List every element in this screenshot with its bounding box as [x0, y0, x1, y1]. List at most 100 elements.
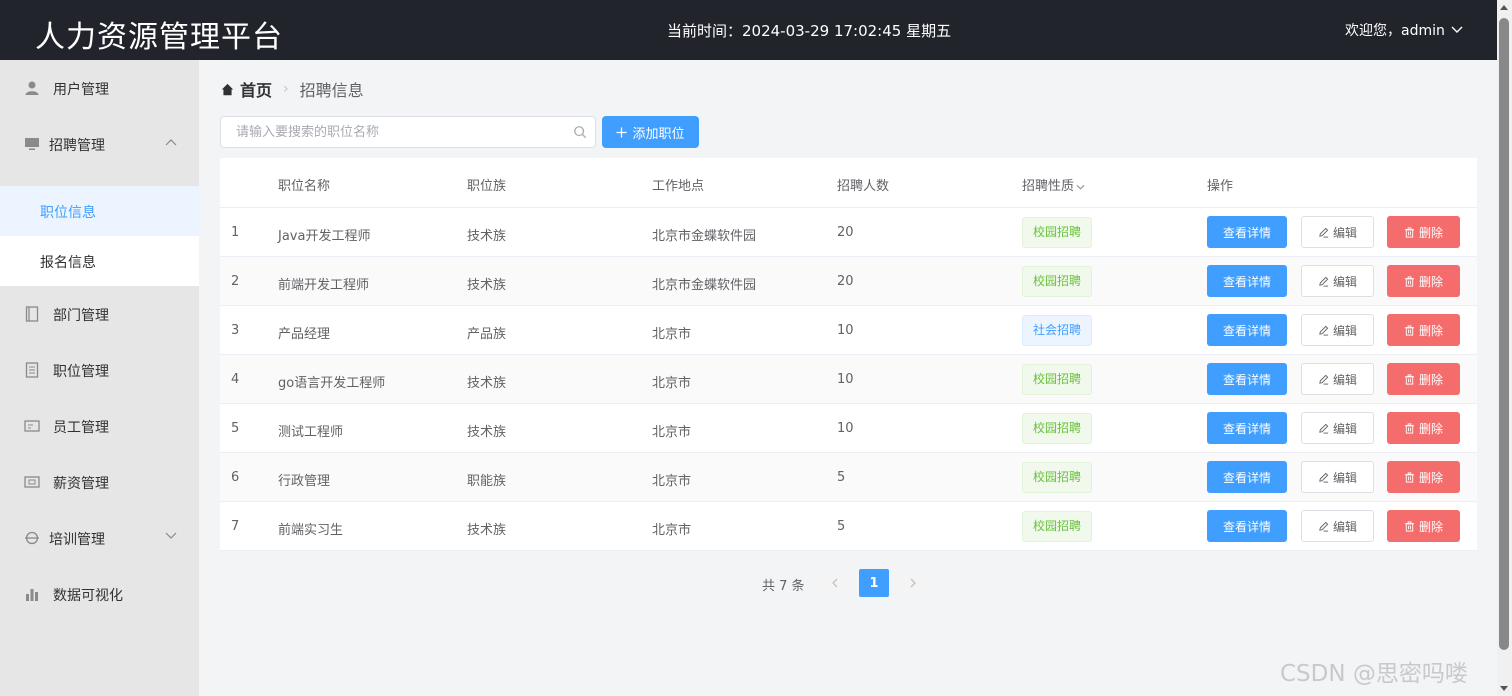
delete-button[interactable]: 删除 [1387, 265, 1460, 297]
edit-button[interactable]: 编辑 [1301, 265, 1374, 297]
recruitment-type-tag: 校园招聘 [1022, 364, 1093, 395]
recruitment-type-tag: 校园招聘 [1022, 462, 1093, 493]
table-row: 1 Java开发工程师 技术族 北京市金蝶软件园 20 校园招聘 查看详情 编辑 删除 [220, 208, 1477, 257]
delete-button[interactable]: 删除 [1387, 216, 1460, 248]
view-details-button[interactable]: 查看详情 [1207, 461, 1287, 493]
edit-button[interactable]: 编辑 [1301, 216, 1374, 248]
search-icon[interactable] [573, 125, 587, 139]
delete-label: 删除 [1418, 323, 1443, 338]
sidebar-item-employees[interactable]: 员工管理 [0, 398, 199, 454]
position-family: 技术族 [467, 376, 507, 391]
document-icon [25, 362, 39, 378]
column-header-type-filter[interactable]: 招聘性质 [1022, 175, 1085, 194]
chevron-left-icon [832, 578, 838, 588]
table-header: 职位名称 职位族 工作地点 招聘人数 招聘性质 操作 [220, 158, 1477, 208]
view-details-label: 查看详情 [1222, 421, 1271, 436]
view-details-button[interactable]: 查看详情 [1207, 412, 1287, 444]
column-header-type: 招聘性质 [1022, 179, 1075, 194]
edit-button[interactable]: 编辑 [1301, 314, 1374, 346]
delete-label: 删除 [1418, 421, 1443, 436]
view-details-button[interactable]: 查看详情 [1207, 265, 1287, 297]
scrollbar-thumb[interactable] [1499, 18, 1509, 650]
work-location: 北京市 [652, 523, 692, 538]
edit-label: 编辑 [1332, 323, 1357, 338]
training-icon [25, 531, 39, 545]
breadcrumb-current: 招聘信息 [299, 81, 364, 100]
row-index: 7 [231, 519, 240, 534]
table-row: 4 go语言开发工程师 技术族 北京市 10 校园招聘 查看详情 编辑 删除 [220, 355, 1477, 404]
delete-button[interactable]: 删除 [1387, 314, 1460, 346]
trash-icon [1404, 471, 1415, 483]
id-card-icon [24, 420, 40, 432]
trash-icon [1404, 422, 1415, 434]
sidebar-item-salary[interactable]: 薪资管理 [0, 454, 199, 510]
edit-icon [1319, 276, 1329, 287]
sidebar-subitem-applications[interactable]: 报名信息 [0, 236, 199, 286]
top-header: 人力资源管理平台 当前时间：2024-03-29 17:02:45 星期五 欢迎… [0, 0, 1497, 60]
sidebar-item-label: 数据可视化 [53, 588, 123, 604]
trash-icon [1404, 373, 1415, 385]
sidebar: 用户管理 招聘管理 职位信息 报名信息 部门管理 职位管理 员工管理 薪资管理 … [0, 60, 199, 696]
sidebar-item-label: 职位管理 [53, 364, 109, 380]
delete-label: 删除 [1418, 274, 1443, 289]
position-family: 产品族 [467, 327, 507, 342]
column-header-name: 职位名称 [278, 179, 331, 194]
notebook-icon [25, 306, 39, 322]
delete-label: 删除 [1418, 519, 1443, 534]
delete-button[interactable]: 删除 [1387, 461, 1460, 493]
breadcrumb-home[interactable]: 首页 [240, 77, 272, 101]
table-row: 5 测试工程师 技术族 北京市 10 校园招聘 查看详情 编辑 删除 [220, 404, 1477, 453]
position-name: 产品经理 [278, 327, 331, 342]
prev-page-button[interactable] [820, 569, 850, 597]
sidebar-subitem-job-info[interactable]: 职位信息 [0, 186, 199, 236]
user-menu[interactable]: 欢迎您，admin [1345, 20, 1463, 40]
scroll-up-arrow-icon[interactable] [1500, 5, 1508, 10]
view-details-label: 查看详情 [1222, 225, 1271, 240]
row-index: 3 [231, 323, 240, 338]
view-details-button[interactable]: 查看详情 [1207, 314, 1287, 346]
sidebar-item-positions[interactable]: 职位管理 [0, 342, 199, 398]
position-family: 技术族 [467, 278, 507, 293]
edit-button[interactable]: 编辑 [1301, 461, 1374, 493]
trash-icon [1404, 324, 1415, 336]
view-details-label: 查看详情 [1222, 274, 1271, 289]
job-table: 职位名称 职位族 工作地点 招聘人数 招聘性质 操作 1 Java开发工程师 技术族… [220, 158, 1477, 551]
edit-button[interactable]: 编辑 [1301, 412, 1374, 444]
table-row: 7 前端实习生 技术族 北京市 5 校园招聘 查看详情 编辑 删除 [220, 502, 1477, 551]
column-header-family: 职位族 [467, 179, 507, 194]
next-page-button[interactable] [898, 569, 928, 597]
recruitment-type-tag: 校园招聘 [1022, 511, 1093, 542]
breadcrumb: 首页 › 招聘信息 [221, 77, 364, 101]
edit-icon [1319, 521, 1329, 532]
position-name: 测试工程师 [278, 425, 344, 440]
delete-button[interactable]: 删除 [1387, 363, 1460, 395]
edit-button[interactable]: 编辑 [1301, 363, 1374, 395]
view-details-button[interactable]: 查看详情 [1207, 216, 1287, 248]
home-icon [221, 83, 234, 95]
add-position-button[interactable]: 添加职位 [602, 116, 699, 148]
search-input[interactable] [221, 117, 561, 147]
position-name: 行政管理 [278, 474, 331, 489]
position-name: go语言开发工程师 [278, 376, 386, 391]
edit-button[interactable]: 编辑 [1301, 510, 1374, 542]
recruitment-type-tag: 校园招聘 [1022, 266, 1093, 297]
wallet-icon [24, 476, 40, 488]
page-button[interactable]: 1 [859, 569, 889, 597]
view-details-label: 查看详情 [1222, 372, 1271, 387]
delete-label: 删除 [1418, 470, 1443, 485]
hiring-count: 10 [837, 421, 854, 436]
work-location: 北京市 [652, 376, 692, 391]
sidebar-item-training[interactable]: 培训管理 [0, 510, 199, 566]
row-index: 6 [231, 470, 240, 485]
edit-label: 编辑 [1332, 274, 1357, 289]
vertical-scrollbar[interactable] [1497, 0, 1512, 696]
view-details-button[interactable]: 查看详情 [1207, 510, 1287, 542]
scroll-down-arrow-icon[interactable] [1500, 686, 1508, 691]
view-details-button[interactable]: 查看详情 [1207, 363, 1287, 395]
sidebar-item-recruitment[interactable]: 招聘管理 [0, 116, 199, 172]
delete-button[interactable]: 删除 [1387, 510, 1460, 542]
sidebar-item-departments[interactable]: 部门管理 [0, 286, 199, 342]
sidebar-item-data-visualization[interactable]: 数据可视化 [0, 566, 199, 622]
delete-button[interactable]: 删除 [1387, 412, 1460, 444]
sidebar-item-users[interactable]: 用户管理 [0, 60, 199, 116]
